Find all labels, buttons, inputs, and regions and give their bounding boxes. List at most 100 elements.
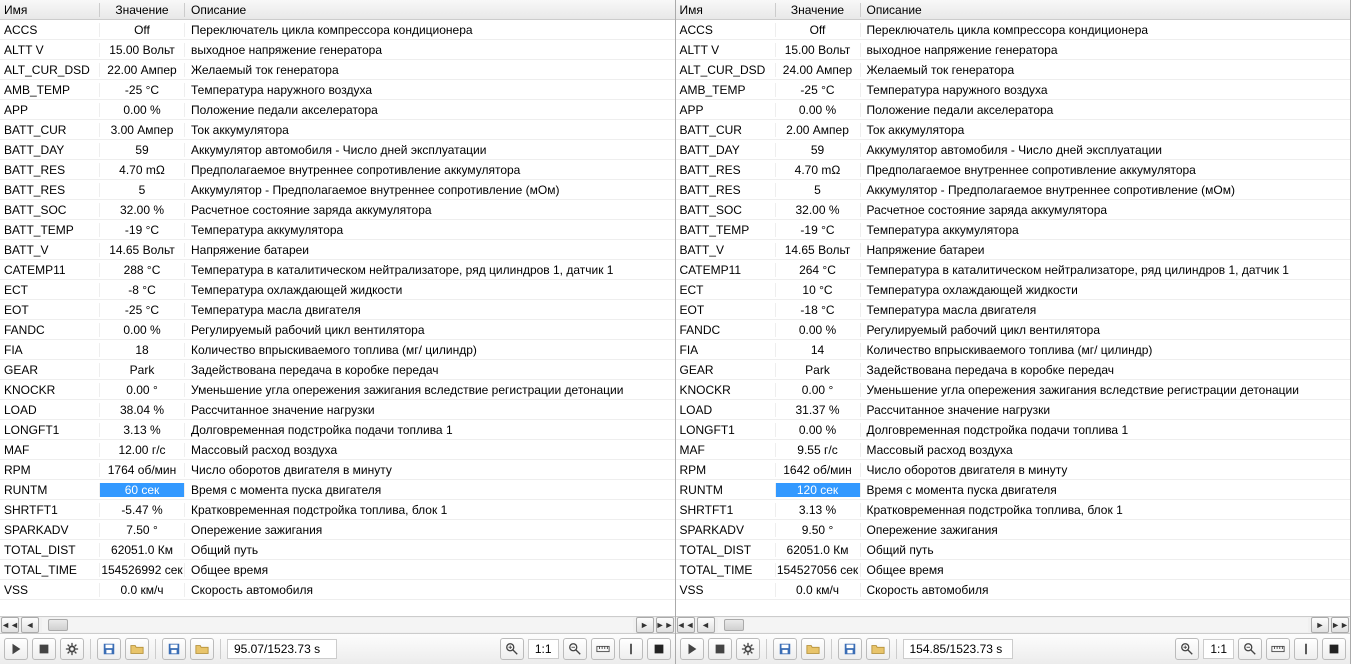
open-button[interactable] bbox=[125, 638, 149, 660]
header-name[interactable]: Имя bbox=[0, 3, 100, 17]
table-row[interactable]: VSS0.0 км/чСкорость автомобиля bbox=[676, 580, 1351, 600]
table-row[interactable]: EOT-18 °CТемпература масла двигателя bbox=[676, 300, 1351, 320]
table-row[interactable]: BATT_V14.65 ВольтНапряжение батареи bbox=[676, 240, 1351, 260]
table-row[interactable]: LONGFT10.00 %Долговременная подстройка п… bbox=[676, 420, 1351, 440]
table-row[interactable]: RPM1764 об/минЧисло оборотов двигателя в… bbox=[0, 460, 675, 480]
table-row[interactable]: VSS0.0 км/чСкорость автомобиля bbox=[0, 580, 675, 600]
table-row[interactable]: APP0.00 %Положение педали акселератора bbox=[0, 100, 675, 120]
header-value[interactable]: Значение bbox=[776, 3, 861, 17]
scroll-thumb[interactable] bbox=[48, 619, 68, 631]
save-button[interactable] bbox=[97, 638, 121, 660]
open-button-2[interactable] bbox=[190, 638, 214, 660]
table-row[interactable]: FANDC0.00 %Регулируемый рабочий цикл вен… bbox=[0, 320, 675, 340]
scroll-last-icon[interactable]: ►► bbox=[1331, 617, 1349, 633]
table-row[interactable]: ALT_CUR_DSD22.00 АмперЖелаемый ток генер… bbox=[0, 60, 675, 80]
table-row[interactable]: BATT_SOC32.00 %Расчетное состояние заряд… bbox=[0, 200, 675, 220]
table-row[interactable]: BATT_V14.65 ВольтНапряжение батареи bbox=[0, 240, 675, 260]
table-row[interactable]: SHRTFT1-5.47 %Кратковременная подстройка… bbox=[0, 500, 675, 520]
play-button[interactable] bbox=[680, 638, 704, 660]
table-row[interactable]: MAF9.55 г/сМассовый расход воздуха bbox=[676, 440, 1351, 460]
table-row[interactable]: BATT_TEMP-19 °CТемпература аккумулятора bbox=[0, 220, 675, 240]
table-row[interactable]: TOTAL_DIST62051.0 КмОбщий путь bbox=[676, 540, 1351, 560]
scroll-last-icon[interactable]: ►► bbox=[656, 617, 674, 633]
settings-button[interactable] bbox=[736, 638, 760, 660]
table-row[interactable]: ECT10 °CТемпература охлаждающей жидкости bbox=[676, 280, 1351, 300]
table-row[interactable]: RUNTM120 секВремя с момента пуска двигат… bbox=[676, 480, 1351, 500]
table-row[interactable]: TOTAL_TIME154527056 секОбщее время bbox=[676, 560, 1351, 580]
table-row[interactable]: BATT_SOC32.00 %Расчетное состояние заряд… bbox=[676, 200, 1351, 220]
open-button[interactable] bbox=[801, 638, 825, 660]
header-value[interactable]: Значение bbox=[100, 3, 185, 17]
table-row[interactable]: RPM1642 об/минЧисло оборотов двигателя в… bbox=[676, 460, 1351, 480]
ruler-button[interactable] bbox=[1266, 638, 1290, 660]
table-row[interactable]: SPARKADV9.50 °Опережение зажигания bbox=[676, 520, 1351, 540]
table-row[interactable]: LONGFT13.13 %Долговременная подстройка п… bbox=[0, 420, 675, 440]
scroll-first-icon[interactable]: ◄◄ bbox=[677, 617, 695, 633]
table-row[interactable]: BATT_DAY59Аккумулятор автомобиля - Число… bbox=[0, 140, 675, 160]
table-row[interactable]: EOT-25 °CТемпература масла двигателя bbox=[0, 300, 675, 320]
header-name[interactable]: Имя bbox=[676, 3, 776, 17]
table-row[interactable]: BATT_TEMP-19 °CТемпература аккумулятора bbox=[676, 220, 1351, 240]
scroll-left-icon[interactable]: ◄ bbox=[21, 617, 39, 633]
save-button-2[interactable] bbox=[838, 638, 862, 660]
save-button-2[interactable] bbox=[162, 638, 186, 660]
ruler-button[interactable] bbox=[591, 638, 615, 660]
table-row[interactable]: BATT_RES4.70 mΩПредполагаемое внутреннее… bbox=[0, 160, 675, 180]
table-row[interactable]: AMB_TEMP-25 °CТемпература наружного возд… bbox=[676, 80, 1351, 100]
table-row[interactable]: AMB_TEMP-25 °CТемпература наружного возд… bbox=[0, 80, 675, 100]
save-button[interactable] bbox=[773, 638, 797, 660]
marker-button[interactable] bbox=[1294, 638, 1318, 660]
table-row[interactable]: GEARParkЗадействована передача в коробке… bbox=[676, 360, 1351, 380]
scroll-track[interactable] bbox=[718, 618, 1309, 632]
zoom-in-button[interactable] bbox=[1175, 638, 1199, 660]
zoom-out-button[interactable] bbox=[1238, 638, 1262, 660]
settings-button[interactable] bbox=[60, 638, 84, 660]
play-button[interactable] bbox=[4, 638, 28, 660]
header-desc[interactable]: Описание bbox=[861, 3, 1351, 17]
table-row[interactable]: TOTAL_DIST62051.0 КмОбщий путь bbox=[0, 540, 675, 560]
table-row[interactable]: ECT-8 °CТемпература охлаждающей жидкости bbox=[0, 280, 675, 300]
table-row[interactable]: ALTT V15.00 Вольтвыходное напряжение ген… bbox=[676, 40, 1351, 60]
table-row[interactable]: ACCSOffПереключатель цикла компрессора к… bbox=[0, 20, 675, 40]
table-row[interactable]: ALTT V15.00 Вольтвыходное напряжение ген… bbox=[0, 40, 675, 60]
table-row[interactable]: KNOCKR0.00 °Уменьшение угла опережения з… bbox=[676, 380, 1351, 400]
table-row[interactable]: FIA14Количество впрыскиваемого топлива (… bbox=[676, 340, 1351, 360]
stop-button[interactable] bbox=[32, 638, 56, 660]
table-row[interactable]: SPARKADV7.50 °Опережение зажигания bbox=[0, 520, 675, 540]
table-row[interactable]: TOTAL_TIME154526992 секОбщее время bbox=[0, 560, 675, 580]
stop-square-button[interactable] bbox=[647, 638, 671, 660]
table-row[interactable]: CATEMP11288 °CТемпература в каталитическ… bbox=[0, 260, 675, 280]
marker-button[interactable] bbox=[619, 638, 643, 660]
scroll-left-icon[interactable]: ◄ bbox=[697, 617, 715, 633]
table-row[interactable]: BATT_CUR3.00 АмперТок аккумулятора bbox=[0, 120, 675, 140]
table-row[interactable]: RUNTM60 секВремя с момента пуска двигате… bbox=[0, 480, 675, 500]
scroll-right-icon[interactable]: ► bbox=[636, 617, 654, 633]
table-row[interactable]: KNOCKR0.00 °Уменьшение угла опережения з… bbox=[0, 380, 675, 400]
open-button-2[interactable] bbox=[866, 638, 890, 660]
table-row[interactable]: APP0.00 %Положение педали акселератора bbox=[676, 100, 1351, 120]
scroll-track[interactable] bbox=[42, 618, 633, 632]
table-row[interactable]: CATEMP11264 °CТемпература в каталитическ… bbox=[676, 260, 1351, 280]
scroll-first-icon[interactable]: ◄◄ bbox=[1, 617, 19, 633]
table-row[interactable]: BATT_RES5Аккумулятор - Предполагаемое вн… bbox=[0, 180, 675, 200]
zoom-out-button[interactable] bbox=[563, 638, 587, 660]
stop-button[interactable] bbox=[708, 638, 732, 660]
horizontal-scrollbar[interactable]: ◄◄◄ ►►► bbox=[676, 616, 1351, 634]
table-row[interactable]: ACCSOffПереключатель цикла компрессора к… bbox=[676, 20, 1351, 40]
scroll-thumb[interactable] bbox=[724, 619, 744, 631]
table-row[interactable]: BATT_RES4.70 mΩПредполагаемое внутреннее… bbox=[676, 160, 1351, 180]
stop-square-button[interactable] bbox=[1322, 638, 1346, 660]
header-desc[interactable]: Описание bbox=[185, 3, 675, 17]
table-row[interactable]: BATT_CUR2.00 АмперТок аккумулятора bbox=[676, 120, 1351, 140]
zoom-in-button[interactable] bbox=[500, 638, 524, 660]
table-row[interactable]: MAF12.00 г/сМассовый расход воздуха bbox=[0, 440, 675, 460]
table-row[interactable]: BATT_RES5Аккумулятор - Предполагаемое вн… bbox=[676, 180, 1351, 200]
horizontal-scrollbar[interactable]: ◄◄◄ ►►► bbox=[0, 616, 675, 634]
table-row[interactable]: ALT_CUR_DSD24.00 АмперЖелаемый ток генер… bbox=[676, 60, 1351, 80]
table-row[interactable]: FIA18Количество впрыскиваемого топлива (… bbox=[0, 340, 675, 360]
scroll-right-icon[interactable]: ► bbox=[1311, 617, 1329, 633]
table-row[interactable]: SHRTFT13.13 %Кратковременная подстройка … bbox=[676, 500, 1351, 520]
table-row[interactable]: FANDC0.00 %Регулируемый рабочий цикл вен… bbox=[676, 320, 1351, 340]
table-row[interactable]: BATT_DAY59Аккумулятор автомобиля - Число… bbox=[676, 140, 1351, 160]
table-row[interactable]: GEARParkЗадействована передача в коробке… bbox=[0, 360, 675, 380]
